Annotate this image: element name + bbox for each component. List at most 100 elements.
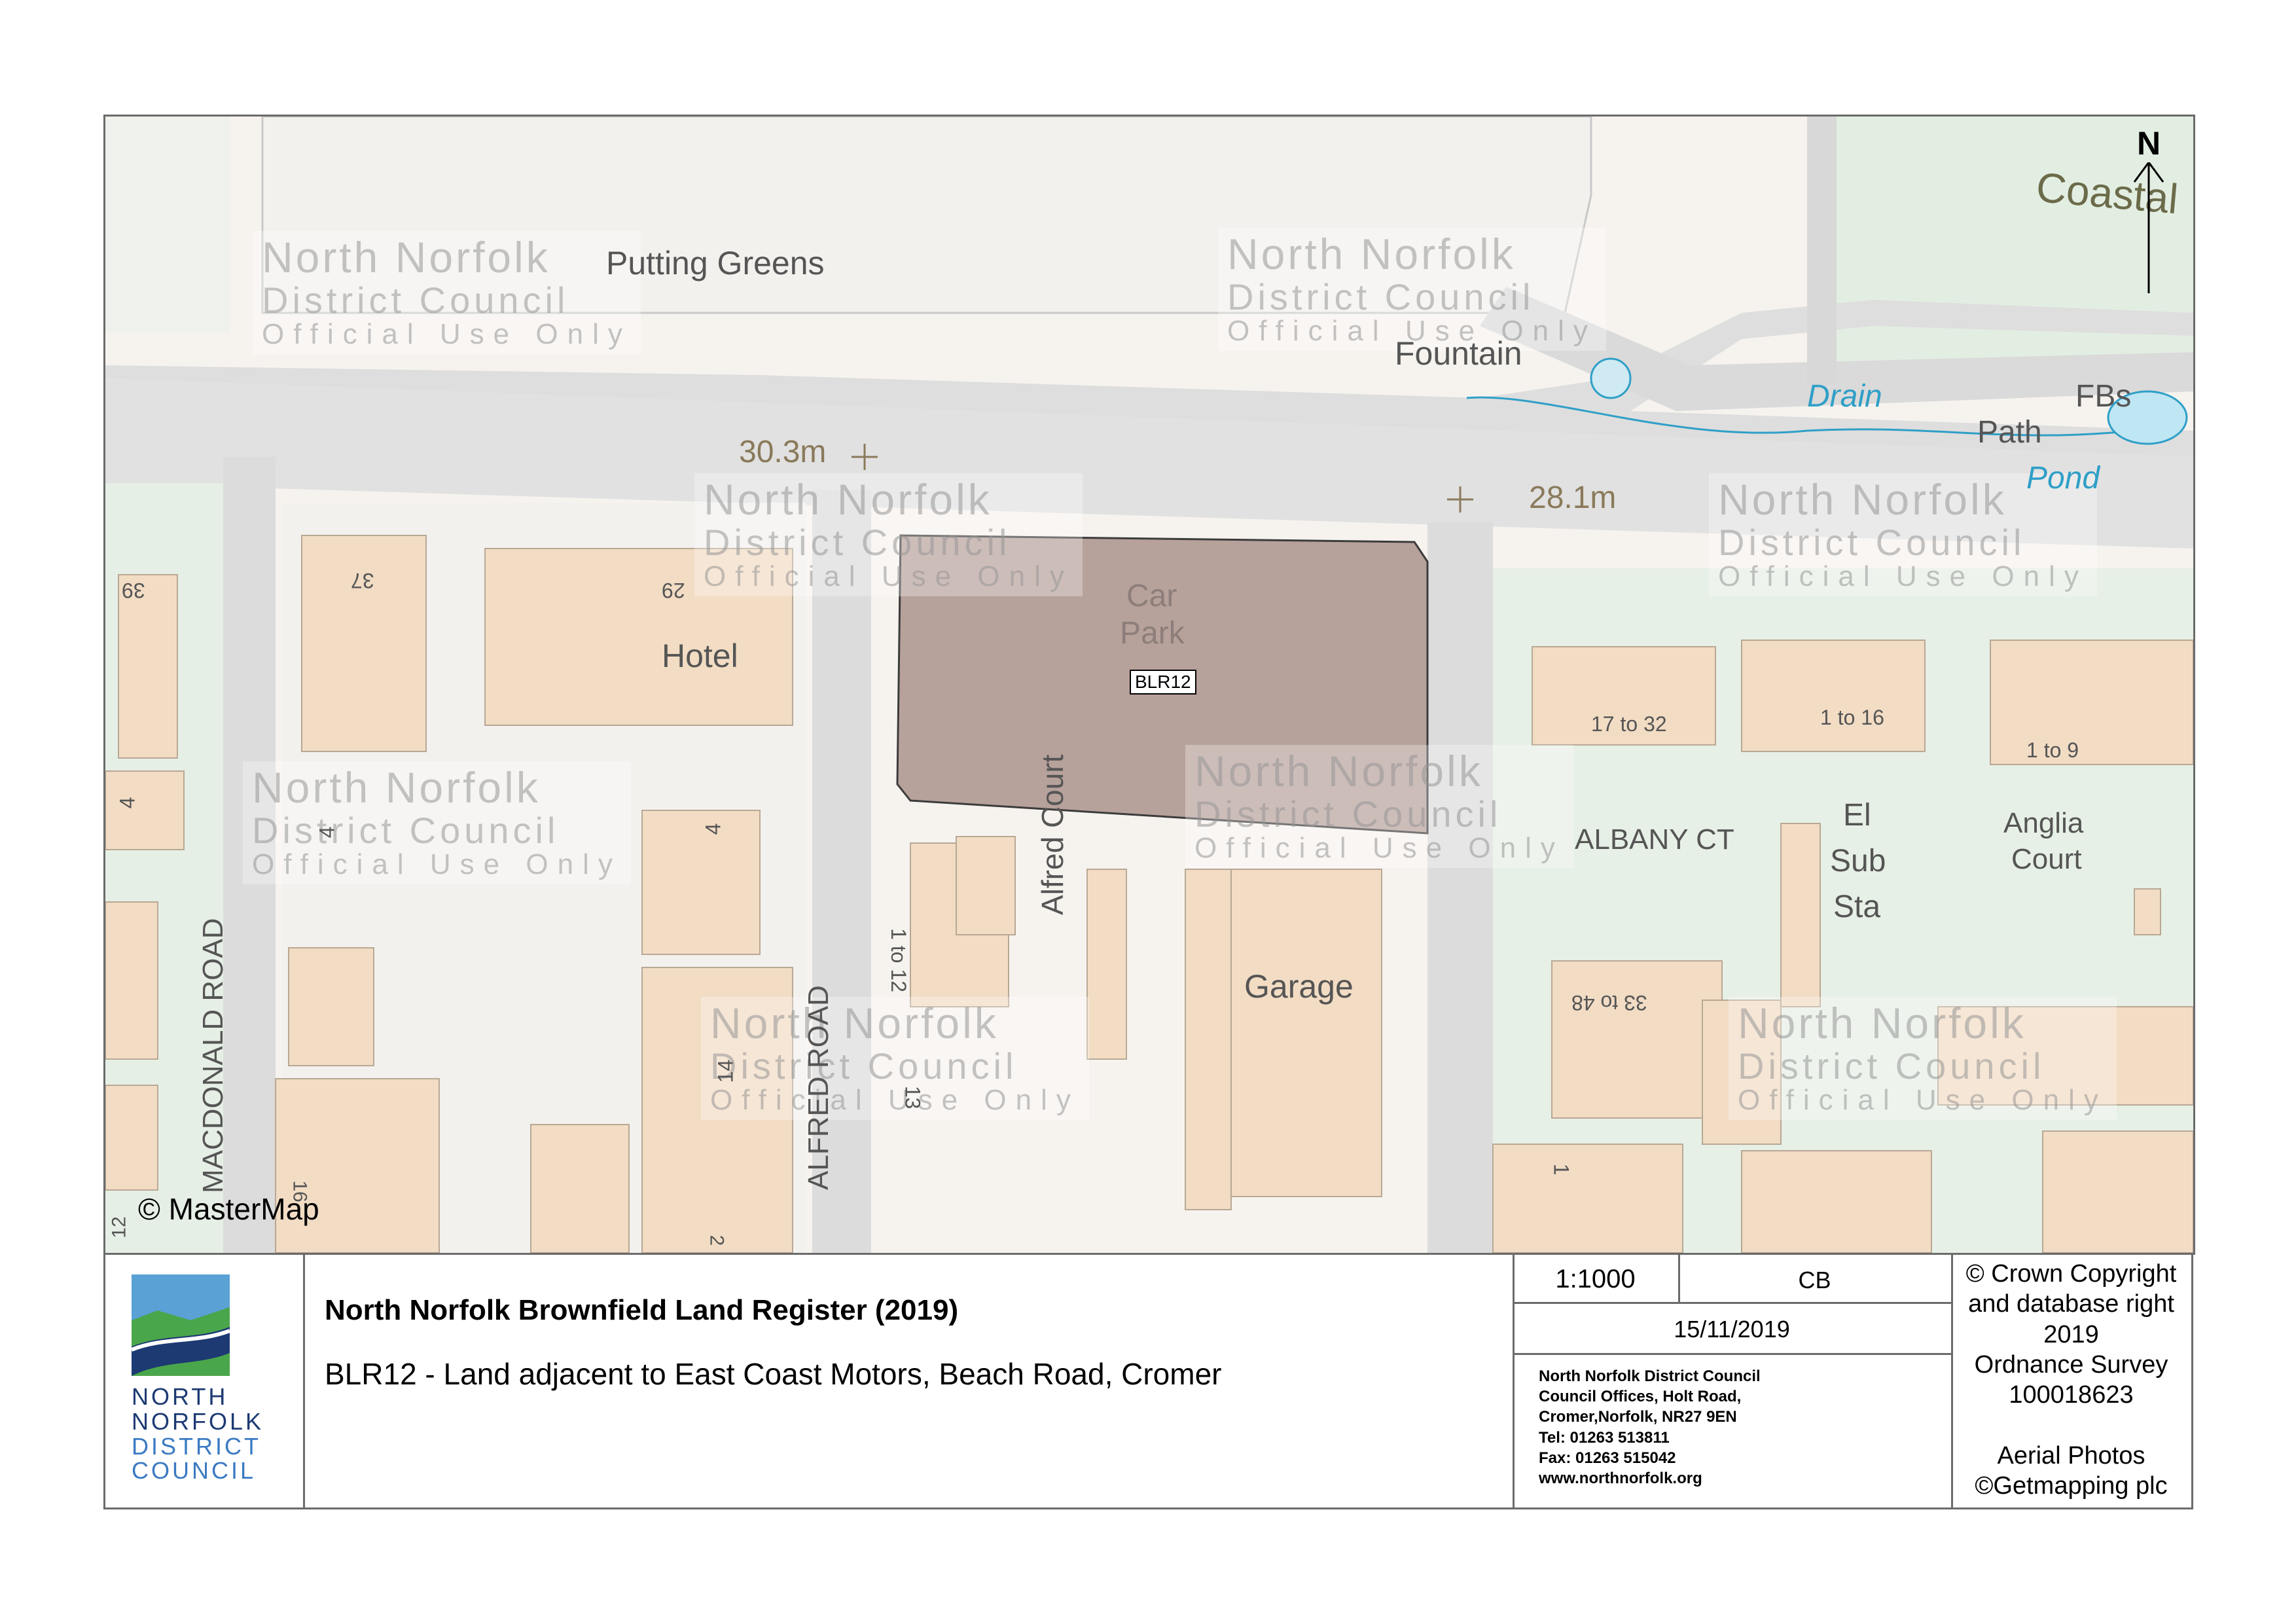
watermark-line: District Council [262, 279, 569, 321]
watermark: North Norfolk District Council Official … [701, 997, 1089, 1120]
council-logo: NORTH NORFOLK DISTRICT COUNCIL [130, 1274, 282, 1497]
address-line: Tel: 01263 513811 [1539, 1428, 1670, 1447]
watermark: North Norfolk District Council Official … [1218, 228, 1606, 351]
label-path: Path [1977, 415, 2042, 450]
logo-line: NORFOLK [132, 1407, 264, 1435]
watermark-line: District Council [252, 809, 560, 851]
watermark-line: North Norfolk [1227, 230, 1516, 278]
label-sta: Sta [1833, 890, 1881, 924]
label-anglia: Anglia [2003, 807, 2084, 839]
watermark-line: District Council [1194, 793, 1502, 835]
house-number: 33 to 48 [1571, 991, 1647, 1015]
label-alfred-court: Alfred Court [1035, 754, 1069, 915]
watermark-line: Official Use Only [1738, 1084, 2108, 1117]
copyright-line: and database right [1968, 1290, 2174, 1318]
north-label: N [2136, 125, 2161, 162]
house-number: 4 [115, 797, 139, 809]
watermark-line: Official Use Only [710, 1084, 1080, 1117]
label-sub: Sub [1830, 844, 1886, 878]
label-car: Car [1126, 579, 1177, 613]
house-number: 17 to 32 [1591, 712, 1667, 736]
label-spot-height-1: 30.3m [739, 435, 827, 469]
watermark-line: North Norfolk [252, 763, 541, 812]
watermark-line: District Council [1738, 1045, 2045, 1087]
north-arrow-icon [2133, 162, 2164, 293]
watermark: North Norfolk District Council Official … [1729, 997, 2117, 1120]
east-road-surface [1427, 522, 1493, 1253]
house-number: 1 [1549, 1163, 1573, 1176]
label-alfred-road: ALFRED ROAD [802, 985, 834, 1190]
house-number: 1 to 16 [1820, 706, 1884, 729]
label-fbs: FBs [2075, 379, 2132, 414]
address-line: www.northnorfolk.org [1539, 1469, 1702, 1487]
address-line: Fax: 01263 515042 [1539, 1449, 1676, 1467]
watermark-line: Official Use Only [252, 848, 622, 881]
watermark-line: District Council [704, 521, 1011, 563]
address-line: North Norfolk District Council [1539, 1367, 1761, 1385]
copyright-line: 100018623 [2009, 1381, 2134, 1409]
watermark-line: District Council [1718, 521, 2026, 563]
house-number: 37 [351, 569, 374, 592]
label-putting-greens: Putting Greens [606, 245, 825, 281]
title-block: NORTH NORFOLK DISTRICT COUNCIL North Nor… [103, 1253, 2193, 1509]
label-hotel: Hotel [662, 638, 738, 674]
copyright-notice: © Crown Copyright and database right 201… [1951, 1259, 2191, 1502]
logo-line: NORTH [132, 1383, 228, 1410]
aerial-line: Aerial Photos [1997, 1441, 2145, 1470]
label-macdonald-road: MACDONALD ROAD [197, 918, 229, 1194]
label-pond: Pond [2026, 461, 2100, 496]
watermark-line: North Norfolk [262, 233, 550, 281]
logo-line: COUNCIL [132, 1457, 257, 1485]
address-line: Cromer,Norfolk, NR27 9EN [1539, 1408, 1737, 1426]
site-reference-label[interactable]: BLR12 [1130, 670, 1196, 695]
label-fountain: Fountain [1395, 335, 1522, 372]
watermark: North Norfolk District Council Official … [253, 231, 641, 354]
label-court: Court [2011, 843, 2082, 875]
label-drain: Drain [1807, 379, 1882, 414]
address-line: Council Offices, Holt Road, [1539, 1388, 1742, 1406]
map-subtitle: BLR12 - Land adjacent to East Coast Moto… [325, 1357, 1222, 1391]
watermark: North Norfolk District Council Official … [694, 473, 1083, 596]
watermark: North Norfolk District Council Official … [243, 761, 631, 884]
logo-line: DISTRICT [132, 1432, 261, 1460]
watermark-line: District Council [1227, 276, 1535, 317]
drawn-by-initials: CB [1798, 1267, 1831, 1293]
watermark-line: District Council [710, 1045, 1018, 1087]
vertical-path [1807, 117, 1837, 385]
fountain-symbol [1590, 357, 1632, 399]
house-number: 12 [108, 1216, 130, 1238]
watermark-line: Official Use Only [1718, 560, 2088, 593]
house-number: 14 [713, 1059, 738, 1083]
label-spot-height-2: 28.1m [1529, 480, 1617, 515]
north-arrow: N [2129, 124, 2168, 399]
watermark-line: North Norfolk [1194, 747, 1483, 795]
watermark-line: North Norfolk [1738, 999, 2026, 1047]
house-number: 16 [289, 1180, 311, 1202]
house-number: 4 [701, 823, 725, 835]
house-number: 39 [122, 579, 145, 602]
label-garage: Garage [1244, 968, 1354, 1005]
watermark-line: North Norfolk [704, 475, 992, 524]
watermark-line: North Norfolk [710, 999, 999, 1047]
house-number: 1 to 9 [2026, 738, 2079, 762]
house-number: 29 [662, 579, 685, 602]
aerial-line: ©Getmapping plc [1975, 1472, 2168, 1500]
label-park: Park [1120, 616, 1185, 651]
watermark-line: Official Use Only [262, 318, 632, 351]
map-title: North Norfolk Brownfield Land Register (… [325, 1294, 959, 1326]
copyright-line: Ordnance Survey [1974, 1351, 2168, 1379]
watermark-line: Official Use Only [704, 560, 1073, 593]
watermark-line: Official Use Only [1194, 832, 1564, 865]
map-frame[interactable]: North Norfolk District Council Official … [103, 115, 2195, 1255]
green-left [105, 117, 230, 333]
label-el: El [1843, 798, 1871, 833]
date-value: 15/11/2019 [1674, 1316, 1790, 1343]
watermark: North Norfolk District Council Official … [1185, 745, 1573, 868]
scale-value: 1:1000 [1555, 1265, 1636, 1293]
house-number: 2 [706, 1235, 728, 1246]
council-logo-icon [130, 1274, 231, 1376]
house-number: 1 to 12 [887, 928, 910, 992]
logo-text: NORTH NORFOLK DISTRICT COUNCIL [132, 1384, 282, 1483]
label-albany-ct: ALBANY CT [1575, 823, 1734, 856]
council-address: North Norfolk District Council Council O… [1539, 1366, 1761, 1489]
